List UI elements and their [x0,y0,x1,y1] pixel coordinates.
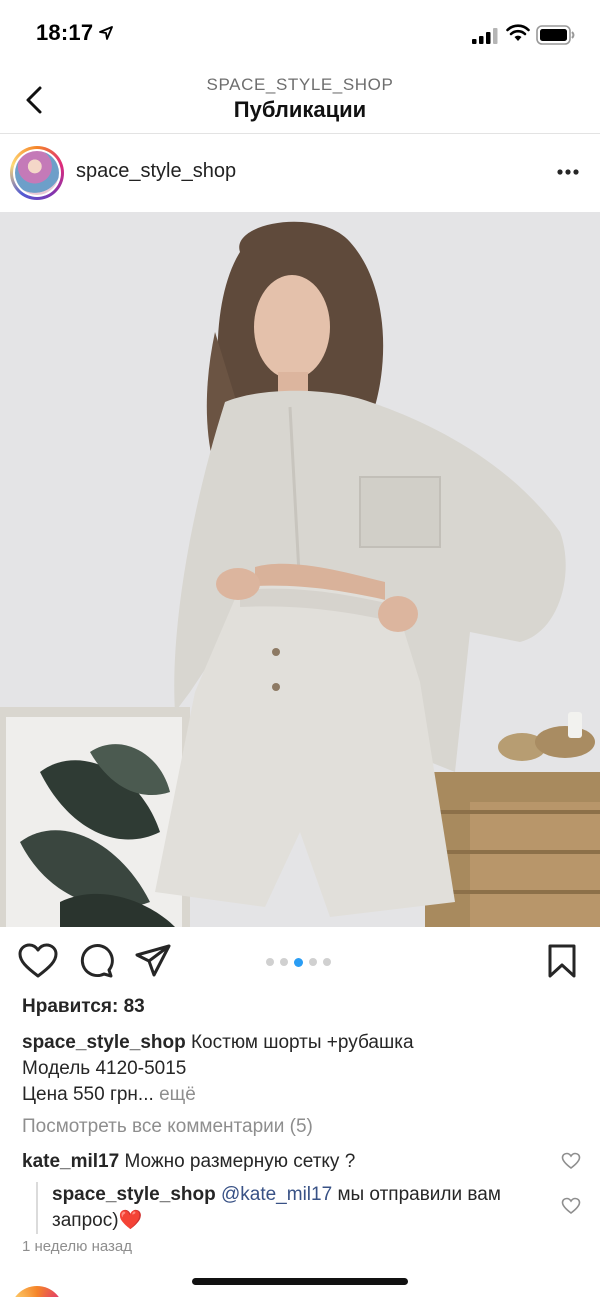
caption-more-link[interactable]: ещё [159,1084,196,1105]
carousel-dot [280,958,288,966]
comment-bubble-icon [80,944,114,978]
comment-text: Можно размерную сетку ? [124,1151,356,1172]
location-arrow-icon [99,26,113,40]
next-post-avatar[interactable] [10,1286,64,1297]
post-username[interactable]: space_style_shop [76,160,236,183]
action-bar [0,927,600,997]
comment-item: kate_mil17 Можно размерную сетку ? [22,1150,562,1174]
comment-username[interactable]: kate_mil17 [22,1151,119,1172]
status-time: 18:17 [36,20,94,45]
bookmark-icon [548,944,576,978]
reply-item: space_style_shop @kate_mil17 мы отправил… [36,1182,546,1234]
caption-line-2: Модель 4120-5015 [22,1058,187,1079]
reply-text-line-1: мы отправили вам [337,1184,501,1205]
more-options-button[interactable] [552,160,584,184]
nav-header: SPACE_STYLE_SHOP Публикации [0,70,600,134]
heart-icon [18,943,58,978]
page-title: Публикации [233,97,367,122]
more-horizontal-icon [557,169,579,175]
avatar[interactable] [10,146,64,200]
share-button[interactable] [134,943,172,979]
comment-like-heart-icon[interactable] [561,1152,581,1170]
carousel-dot [266,958,274,966]
carousel-dot [309,958,317,966]
battery-icon [536,25,575,45]
caption-line-3: Цена 550 грн... [22,1084,154,1105]
reply-text-line-2: запрос) [52,1210,119,1231]
reply-mention[interactable]: @kate_mil17 [221,1184,332,1205]
reply-like-heart-icon[interactable] [561,1197,581,1215]
like-button[interactable] [18,943,58,979]
paper-plane-icon [135,944,171,977]
likes-count[interactable]: Нравится: 83 [22,996,145,1018]
signal-icon [472,28,498,44]
post-timestamp: 1 неделю назад [22,1238,133,1255]
save-button[interactable] [546,943,578,979]
view-all-comments-link[interactable]: Посмотреть все комментарии (5) [22,1116,313,1138]
avatar-photo [15,151,59,195]
carousel-dot-active [294,957,303,967]
post-caption: space_style_shop Костюм шорты +рубашка М… [22,1030,582,1108]
caption-line-1: Костюм шорты +рубашка [190,1032,414,1053]
wifi-icon [506,24,530,41]
home-indicator[interactable] [192,1278,408,1285]
heart-emoji: ❤️ [118,1210,143,1231]
post-photo-illustration [0,212,600,927]
caption-username[interactable]: space_style_shop [22,1032,186,1053]
status-bar: 18:17 [0,0,600,70]
reply-username[interactable]: space_style_shop [52,1184,216,1205]
carousel-dot [323,958,331,966]
post-photo[interactable] [0,212,600,927]
post-header: space_style_shop [0,134,600,212]
comment-button[interactable] [78,943,114,979]
nav-subtitle: SPACE_STYLE_SHOP [206,75,394,94]
carousel-indicator [266,957,331,967]
